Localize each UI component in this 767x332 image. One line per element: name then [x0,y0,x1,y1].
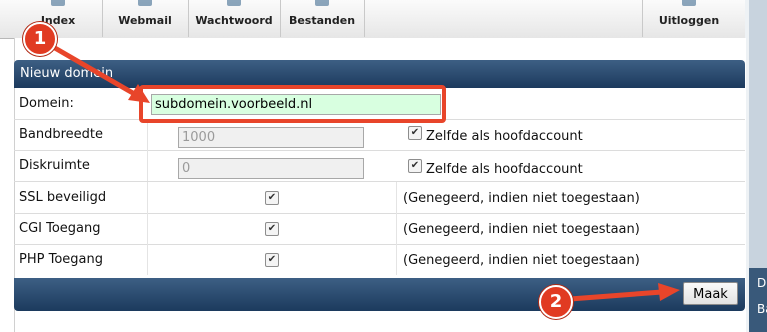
annotation-arrows [46,41,680,302]
step-badge-1: 1 [23,22,57,56]
domain-highlight-box [139,85,446,123]
arrow-2 [569,283,680,302]
step-badge-2: 2 [539,285,573,319]
arrow-1 [46,41,150,103]
